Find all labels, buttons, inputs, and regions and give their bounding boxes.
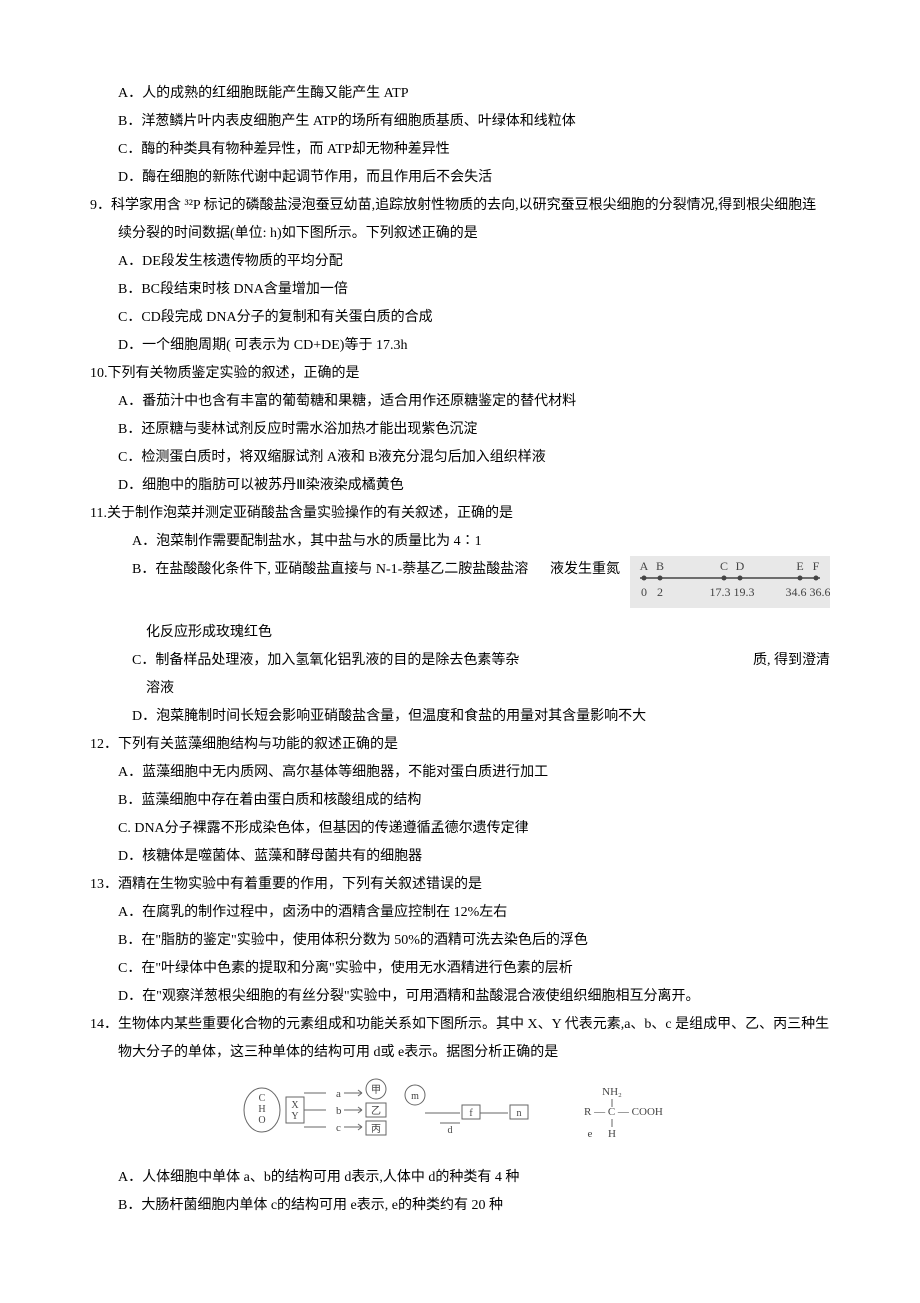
q9-option-d: D．一个细胞周期( 可表示为 CD+DE)等于 17.3h [90, 332, 830, 360]
q13-option-b: B．在"脂肪的鉴定"实验中，使用体积分数为 50%的酒精可洗去染色后的浮色 [90, 927, 830, 955]
q11-option-a: A．泡菜制作需要配制盐水，其中盐与水的质量比为 4∶1 [90, 528, 830, 556]
question-9: 9．科学家用含 ³²P 标记的磷酸盐浸泡蚕豆幼苗,追踪放射性物质的去向,以研究蚕… [90, 192, 830, 360]
q10-stem: 10.下列有关物质鉴定实验的叙述，正确的是 [90, 360, 830, 388]
svg-text:n: n [517, 1108, 522, 1119]
q11-option-b-row: A B C D E F 0 2 17.3 19.3 34.6 36.6 B．在盐… [90, 556, 830, 619]
q12-stem: 12．下列有关蓝藻细胞结构与功能的叙述正确的是 [90, 731, 830, 759]
q10-option-b: B．还原糖与斐林试剂反应时需水浴加热才能出现紫色沉淀 [90, 416, 830, 444]
q11-stem: 11.关于制作泡菜并测定亚硝酸盐含量实验操作的有关叙述，正确的是 [90, 500, 830, 528]
svg-text:R — C — COOH: R — C — COOH [584, 1106, 663, 1118]
svg-text:b: b [336, 1105, 342, 1117]
q12-option-d: D．核糖体是噬菌体、蓝藻和酵母菌共有的细胞器 [90, 843, 830, 871]
q9-stem-line1: 9．科学家用含 ³²P 标记的磷酸盐浸泡蚕豆幼苗,追踪放射性物质的去向,以研究蚕… [90, 192, 830, 220]
q9-option-c: C．CD段完成 DNA分子的复制和有关蛋白质的合成 [90, 304, 830, 332]
tl-label-e: E [796, 559, 803, 573]
q13-option-a: A．在腐乳的制作过程中，卤汤中的酒精含量应控制在 12%左右 [90, 899, 830, 927]
q12-option-c: C. DNA分子裸露不形成染色体，但基因的传递遵循孟德尔遗传定律 [90, 815, 830, 843]
q13-stem: 13．酒精在生物实验中有着重要的作用，下列有关叙述错误的是 [90, 871, 830, 899]
svg-text:e: e [588, 1128, 593, 1140]
tl-label-d: D [736, 559, 745, 573]
q11-option-c-part1: C．制备样品处理液，加入氢氧化铝乳液的目的是除去色素等杂 [132, 653, 519, 668]
svg-text:d: d [448, 1125, 453, 1136]
tl-val-19: 19.3 [734, 585, 755, 599]
q14-stem-line2: 物大分子的单体，这三种单体的结构可用 d或 e表示。据图分析正确的是 [90, 1039, 830, 1067]
tl-label-c: C [720, 559, 728, 573]
svg-text:甲: 甲 [371, 1085, 381, 1096]
q9-stem-line2: 续分裂的时间数据(单位: h)如下图所示。下列叙述正确的是 [90, 220, 830, 248]
q8-option-c: C．酶的种类具有物种差异性，而 ATP却无物种差异性 [90, 136, 830, 164]
q11-option-c-part3: 溶液 [90, 675, 830, 703]
q14-option-a: A．人体细胞中单体 a、b的结构可用 d表示,人体中 d的种类有 4 种 [90, 1164, 830, 1192]
q10-option-a: A．番茄汁中也含有丰富的葡萄糖和果糖，适合用作还原糖鉴定的替代材料 [90, 388, 830, 416]
question-11: 11.关于制作泡菜并测定亚硝酸盐含量实验操作的有关叙述，正确的是 A．泡菜制作需… [90, 500, 830, 731]
question-8-options: A．人的成熟的红细胞既能产生酶又能产生 ATP B．洋葱鳞片叶内表皮细胞产生 A… [90, 80, 830, 192]
q13-option-d: D．在"观察洋葱根尖细胞的有丝分裂"实验中，可用酒精和盐酸混合液使组织细胞相互分… [90, 983, 830, 1011]
tl-label-f: F [813, 559, 820, 573]
svg-text:f: f [469, 1108, 473, 1119]
svg-text:m: m [411, 1091, 419, 1102]
question-12: 12．下列有关蓝藻细胞结构与功能的叙述正确的是 A．蓝藻细胞中无内质网、高尔基体… [90, 731, 830, 871]
q14-stem-line1: 14．生物体内某些重要化合物的元素组成和功能关系如下图所示。其中 X、Y 代表元… [90, 1011, 830, 1039]
q14-option-b: B．大肠杆菌细胞内单体 c的结构可用 e表示, e的种类约有 20 种 [90, 1192, 830, 1220]
q14-diagram: C H O X Y a b c 甲 乙 丙 [90, 1067, 830, 1164]
tl-val-0: 0 [641, 585, 647, 599]
q10-option-c: C．检测蛋白质时，将双缩脲试剂 A液和 B液充分混匀后加入组织样液 [90, 444, 830, 472]
q12-option-a: A．蓝藻细胞中无内质网、高尔基体等细胞器，不能对蛋白质进行加工 [90, 759, 830, 787]
q11-option-c-row: C．制备样品处理液，加入氢氧化铝乳液的目的是除去色素等杂 质, 得到澄清 [90, 647, 830, 675]
tl-val-17: 17.3 [710, 585, 731, 599]
svg-text:a: a [336, 1088, 341, 1100]
q11-option-b-part2: 液发生重氮 [550, 556, 620, 584]
tl-val-34: 34.6 [786, 585, 807, 599]
q8-option-d: D．酶在细胞的新陈代谢中起调节作用，而且作用后不会失活 [90, 164, 830, 192]
q11-option-d: D．泡菜腌制时间长短会影响亚硝酸盐含量，但温度和食盐的用量对其含量影响不大 [90, 703, 830, 731]
svg-text:C: C [259, 1093, 266, 1104]
q11-option-c-part2: 质, 得到澄清 [753, 647, 830, 675]
tl-label-a: A [640, 559, 649, 573]
q9-option-b: B．BC段结束时核 DNA含量增加一倍 [90, 276, 830, 304]
q11-option-b-part3: 化反应形成玫瑰红色 [90, 619, 830, 647]
svg-text:c: c [336, 1122, 341, 1134]
question-13: 13．酒精在生物实验中有着重要的作用，下列有关叙述错误的是 A．在腐乳的制作过程… [90, 871, 830, 1011]
question-10: 10.下列有关物质鉴定实验的叙述，正确的是 A．番茄汁中也含有丰富的葡萄糖和果糖… [90, 360, 830, 500]
svg-text:H: H [608, 1128, 616, 1140]
tl-label-b: B [656, 559, 664, 573]
tl-val-36: 36.6 [810, 585, 831, 599]
svg-text:乙: 乙 [371, 1105, 381, 1117]
question-14: 14．生物体内某些重要化合物的元素组成和功能关系如下图所示。其中 X、Y 代表元… [90, 1011, 830, 1220]
q9-option-a: A．DE段发生核遗传物质的平均分配 [90, 248, 830, 276]
svg-text:O: O [258, 1115, 265, 1126]
svg-text:Y: Y [291, 1111, 298, 1122]
q11-option-b-part1: B．在盐酸酸化条件下, 亚硝酸盐直接与 N-1-萘基乙二胺盐酸盐溶 [132, 562, 528, 577]
svg-text:H: H [258, 1104, 265, 1115]
q10-option-d: D．细胞中的脂肪可以被苏丹Ⅲ染液染成橘黄色 [90, 472, 830, 500]
q8-option-a: A．人的成熟的红细胞既能产生酶又能产生 ATP [90, 80, 830, 108]
svg-text:丙: 丙 [371, 1124, 381, 1135]
tl-val-2: 2 [657, 585, 663, 599]
q13-option-c: C．在"叶绿体中色素的提取和分离"实验中，使用无水酒精进行色素的层析 [90, 955, 830, 983]
svg-text:NH₂: NH₂ [602, 1086, 622, 1098]
svg-text:X: X [291, 1100, 299, 1111]
q12-option-b: B．蓝藻细胞中存在着由蛋白质和核酸组成的结构 [90, 787, 830, 815]
q8-option-b: B．洋葱鳞片叶内表皮细胞产生 ATP的场所有细胞质基质、叶绿体和线粒体 [90, 108, 830, 136]
timeline-figure: A B C D E F 0 2 17.3 19.3 34.6 36.6 [630, 556, 830, 619]
